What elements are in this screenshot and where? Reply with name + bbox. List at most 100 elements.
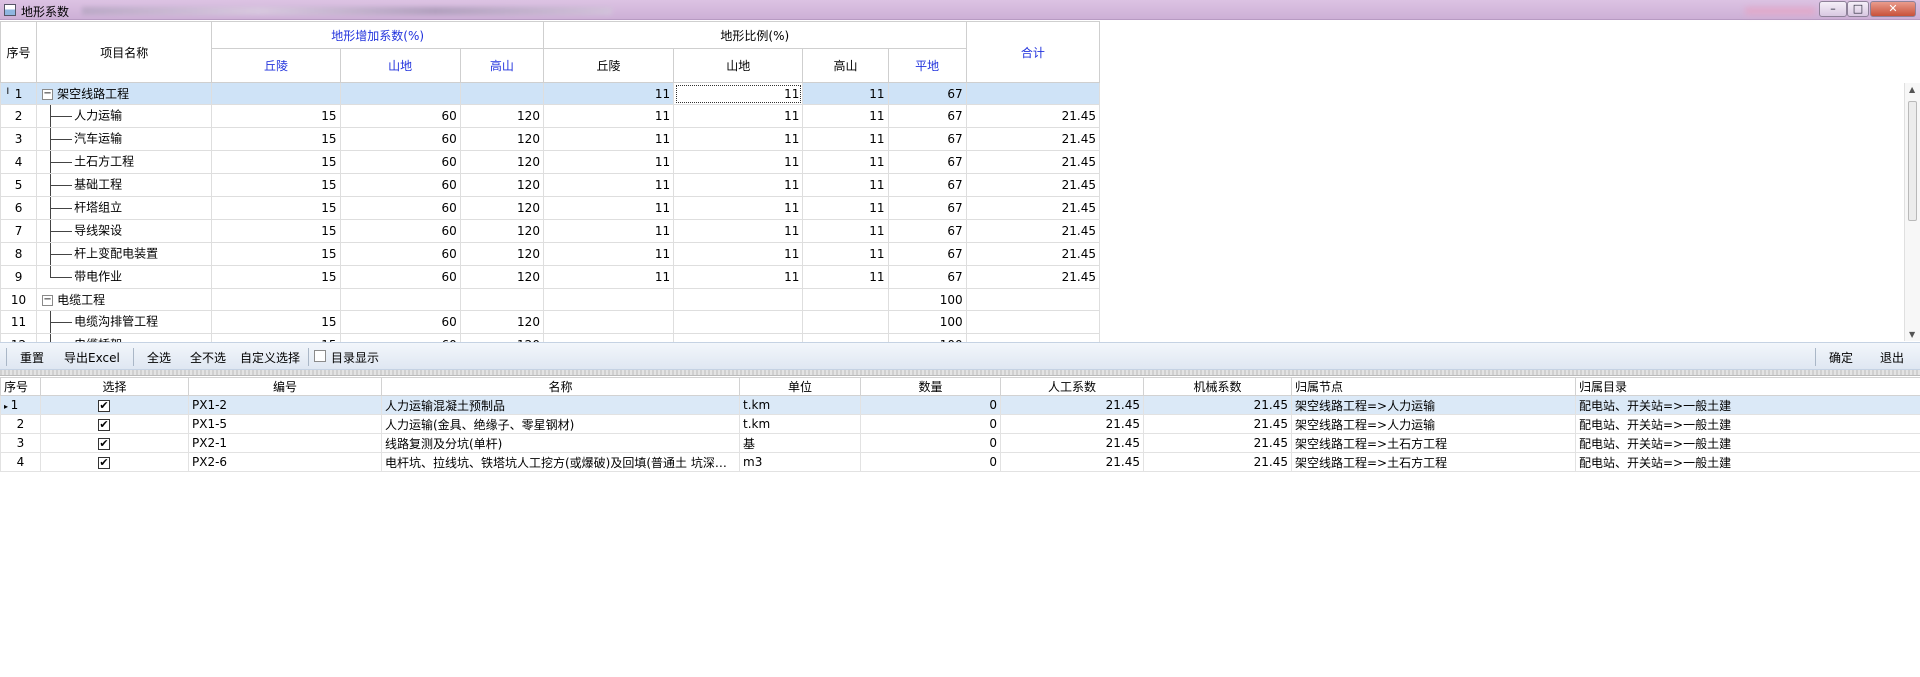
- node-cell[interactable]: 架空线路工程=>土石方工程: [1291, 433, 1576, 453]
- select-checkbox[interactable]: ✔: [98, 437, 110, 450]
- header-terrain-ratio[interactable]: 地形比例(%): [542, 21, 967, 49]
- cell-r-mountain[interactable]: 11: [673, 150, 804, 174]
- row-seq[interactable]: 4: [0, 452, 41, 472]
- cell-inc-hill[interactable]: [211, 82, 341, 105]
- name-cell[interactable]: 人力运输(金具、绝缘子、零星钢材): [381, 414, 740, 434]
- labor-coef-cell[interactable]: 21.45: [1000, 433, 1144, 453]
- item-name-cell[interactable]: − 电缆工程: [36, 288, 213, 311]
- cell-inc-mountain[interactable]: 60: [339, 219, 461, 243]
- cell-r-flat[interactable]: 67: [887, 242, 967, 266]
- terrain-row[interactable]: 9 带电作业 15 60 120 11 11 11 67 21.45: [0, 265, 1101, 289]
- code-cell[interactable]: PX1-2: [188, 395, 382, 415]
- cell-total[interactable]: [965, 82, 1101, 105]
- quantity-cell[interactable]: 0: [860, 452, 1001, 472]
- cell-inc-high[interactable]: 120: [459, 150, 544, 174]
- unit-cell[interactable]: t.km: [739, 414, 861, 434]
- terrain-row[interactable]: 10 − 电缆工程 100: [0, 288, 1101, 311]
- header-total[interactable]: 合计: [965, 21, 1101, 83]
- reset-button[interactable]: 重置: [20, 349, 44, 366]
- cell-inc-high[interactable]: 120: [459, 219, 544, 243]
- catalog-cell[interactable]: 配电站、开关站=>一般土建: [1575, 452, 1920, 472]
- row-seq[interactable]: 6: [0, 196, 38, 220]
- catalog-cell[interactable]: 配电站、开关站=>一般土建: [1575, 414, 1920, 434]
- scroll-down-icon[interactable]: ▼: [1909, 330, 1915, 339]
- name-cell[interactable]: 电杆坑、拉线坑、铁塔坑人工挖方(或爆破)及回填(普通土 坑深…: [381, 452, 740, 472]
- col-catalog[interactable]: 归属目录: [1575, 377, 1920, 396]
- cell-r-hill[interactable]: 11: [542, 150, 675, 174]
- cell-r-mountain[interactable]: 11: [673, 265, 804, 289]
- header-ratio-high[interactable]: 高山: [802, 48, 889, 83]
- cell-r-high[interactable]: 11: [802, 150, 889, 174]
- pane-splitter[interactable]: [0, 370, 1920, 376]
- col-seq[interactable]: 序号: [0, 377, 41, 396]
- header-item-name[interactable]: 项目名称: [36, 21, 213, 83]
- cell-inc-high[interactable]: [459, 82, 544, 105]
- cell-inc-hill[interactable]: 15: [211, 196, 341, 220]
- quota-row[interactable]: ▸ 1 ✔ PX1-2 人力运输混凝土预制品 t.km 0 21.45 21.45 架空线路工程…: [0, 395, 1920, 415]
- catalog-cell[interactable]: 配电站、开关站=>一般土建: [1575, 395, 1920, 415]
- cell-total[interactable]: 21.45: [965, 265, 1101, 289]
- cell-inc-high[interactable]: 120: [459, 310, 544, 334]
- cell-r-flat[interactable]: 67: [887, 265, 967, 289]
- cell-inc-hill[interactable]: 15: [211, 173, 341, 197]
- terrain-row[interactable]: 8 杆上变配电装置 15 60 120 11 11 11 67 21.45: [0, 242, 1101, 266]
- cell-r-mountain[interactable]: 11: [673, 127, 804, 151]
- cell-total[interactable]: 21.45: [965, 219, 1101, 243]
- cell-total[interactable]: 21.45: [965, 104, 1101, 128]
- row-seq[interactable]: 4: [0, 150, 38, 174]
- cell-inc-high[interactable]: 120: [459, 265, 544, 289]
- cell-r-high[interactable]: [802, 288, 889, 311]
- select-cell[interactable]: ✔: [40, 433, 189, 453]
- node-cell[interactable]: 架空线路工程=>人力运输: [1291, 395, 1576, 415]
- cell-r-mountain[interactable]: [673, 310, 804, 334]
- cell-inc-mountain[interactable]: 60: [339, 242, 461, 266]
- cell-inc-high[interactable]: 120: [459, 242, 544, 266]
- cell-inc-high[interactable]: 120: [459, 196, 544, 220]
- cell-r-high[interactable]: 11: [802, 265, 889, 289]
- cell-r-high[interactable]: 11: [802, 104, 889, 128]
- cell-inc-mountain[interactable]: 60: [339, 150, 461, 174]
- cell-total[interactable]: [965, 310, 1101, 334]
- row-seq[interactable]: 8: [0, 242, 38, 266]
- item-name-cell[interactable]: 导线架设: [36, 219, 213, 243]
- cell-total[interactable]: 21.45: [965, 173, 1101, 197]
- terrain-row[interactable]: 3 汽车运输 15 60 120 11 11 11 67 21.45: [0, 127, 1101, 151]
- cell-inc-hill[interactable]: [211, 288, 341, 311]
- cell-r-flat[interactable]: 67: [887, 173, 967, 197]
- item-name-cell[interactable]: 杆上变配电装置: [36, 242, 213, 266]
- row-seq[interactable]: 3: [0, 127, 38, 151]
- cell-inc-mountain[interactable]: [339, 288, 461, 311]
- row-seq[interactable]: Ι1: [0, 82, 38, 105]
- row-seq[interactable]: 10: [0, 288, 38, 311]
- cell-total[interactable]: 21.45: [965, 127, 1101, 151]
- col-labor-coef[interactable]: 人工系数: [1000, 377, 1144, 396]
- item-name-cell[interactable]: − 架空线路工程: [36, 82, 213, 105]
- cell-r-flat[interactable]: 100: [887, 288, 967, 311]
- terrain-row[interactable]: 11 电缆沟排管工程 15 60 120 100: [0, 310, 1101, 334]
- select-cell[interactable]: ✔: [40, 414, 189, 434]
- collapse-icon[interactable]: −: [42, 89, 54, 100]
- cell-total[interactable]: 21.45: [965, 196, 1101, 220]
- unit-cell[interactable]: t.km: [739, 395, 861, 415]
- header-inc-hill[interactable]: 丘陵: [211, 48, 341, 83]
- custom-select-button[interactable]: 自定义选择: [240, 349, 300, 366]
- cell-inc-mountain[interactable]: 60: [339, 173, 461, 197]
- terrain-row[interactable]: 7 导线架设 15 60 120 11 11 11 67 21.45: [0, 219, 1101, 243]
- export-excel-button[interactable]: 导出Excel: [64, 349, 120, 366]
- col-select[interactable]: 选择: [40, 377, 189, 396]
- select-none-button[interactable]: 全不选: [190, 349, 226, 366]
- terrain-row[interactable]: 4 土石方工程 15 60 120 11 11 11 67 21.45: [0, 150, 1101, 174]
- exit-button[interactable]: 退出: [1880, 349, 1904, 366]
- cell-r-hill[interactable]: 11: [542, 265, 675, 289]
- cell-r-mountain[interactable]: 11: [673, 242, 804, 266]
- cell-inc-hill[interactable]: 15: [211, 150, 341, 174]
- cell-r-high[interactable]: 11: [802, 242, 889, 266]
- item-name-cell[interactable]: 人力运输: [36, 104, 213, 128]
- header-inc-mountain[interactable]: 山地: [339, 48, 461, 83]
- item-name-cell[interactable]: 基础工程: [36, 173, 213, 197]
- machine-coef-cell[interactable]: 21.45: [1143, 395, 1292, 415]
- item-name-cell[interactable]: 土石方工程: [36, 150, 213, 174]
- cell-r-hill[interactable]: 11: [542, 242, 675, 266]
- cell-r-high[interactable]: 11: [802, 82, 889, 105]
- show-catalog-checkbox[interactable]: [314, 350, 326, 362]
